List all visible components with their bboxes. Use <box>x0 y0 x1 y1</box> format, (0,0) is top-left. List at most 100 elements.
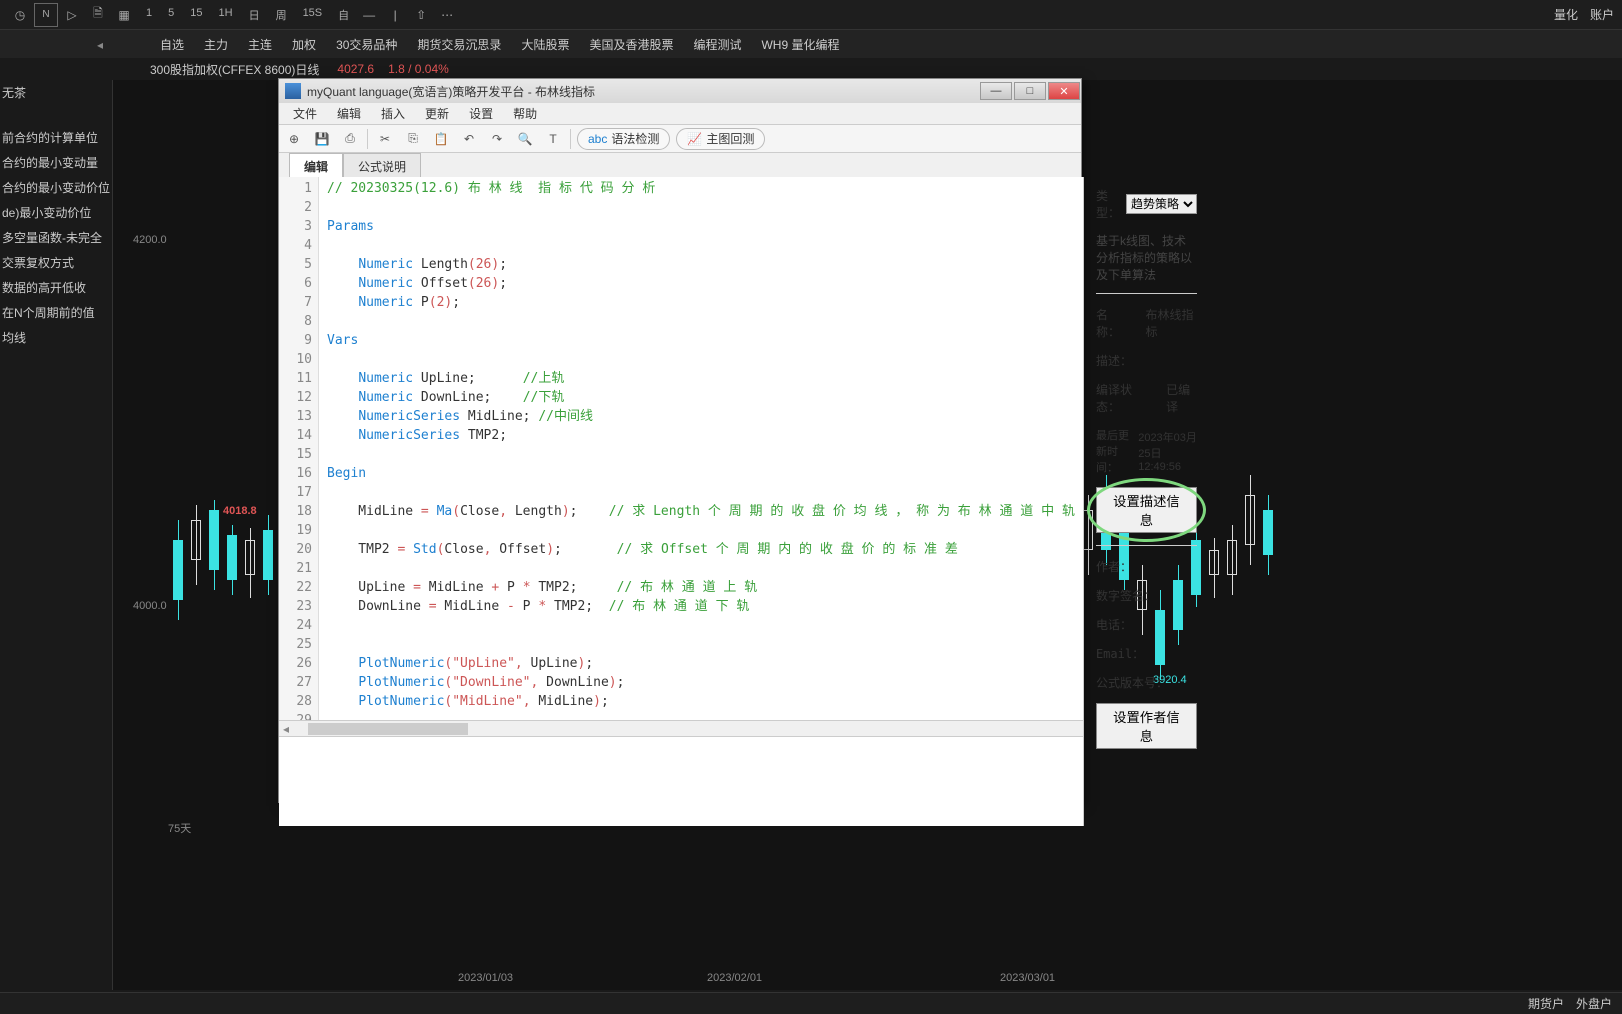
tab-item[interactable]: 美国及香港股票 <box>579 32 683 57</box>
top-link[interactable]: 量化 <box>1554 6 1578 23</box>
timeframe-5[interactable]: 5 <box>160 7 182 23</box>
print-icon[interactable]: ⎙ <box>339 128 361 150</box>
name-value: 布林线指标 <box>1146 306 1197 340</box>
last-price: 4027.6 <box>337 62 374 76</box>
x-axis-label: 2023/03/01 <box>1000 972 1055 984</box>
editor-toolbar: ⊕ 💾 ⎙ ✂ ⎘ 📋 ↶ ↷ 🔍 T abcabc 语法检测语法检测 📈主图回… <box>279 125 1081 153</box>
minus-icon[interactable]: — <box>357 3 381 27</box>
vline-icon[interactable]: | <box>383 3 407 27</box>
output-pane[interactable] <box>279 736 1083 826</box>
menu-设置[interactable]: 设置 <box>459 103 503 124</box>
timeframe-1H[interactable]: 1H <box>211 7 241 23</box>
type-label: 类型： <box>1096 187 1120 221</box>
play-icon[interactable]: ▷ <box>60 3 84 27</box>
timeframe-15S[interactable]: 15S <box>295 7 331 23</box>
set-author-button[interactable]: 设置作者信息 <box>1096 703 1197 749</box>
timeframe-自[interactable]: 自 <box>330 7 357 23</box>
watchlist-item[interactable]: 合约的最小变动量 <box>0 150 110 175</box>
x-axis-label: 2023/02/01 <box>707 972 762 984</box>
tab-item[interactable]: 编程测试 <box>683 32 751 57</box>
up-icon[interactable]: ⇧ <box>409 3 433 27</box>
watchlist-item[interactable]: 交票复权方式 <box>0 250 110 275</box>
code-editor[interactable]: 1234567891011121314151617181920212223242… <box>279 177 1083 720</box>
app-icon <box>285 83 301 99</box>
maximize-button[interactable]: □ <box>1014 82 1046 100</box>
tab-item[interactable]: 自选 <box>150 32 194 57</box>
symbol-name: 300股指加权(CFFEX 8600)日线 <box>150 61 319 78</box>
status-item[interactable]: 外盘户 <box>1576 995 1612 1012</box>
save-icon[interactable]: 💾 <box>311 128 333 150</box>
compile-value: 已编译 <box>1166 381 1197 415</box>
email-label: Email： <box>1096 645 1144 662</box>
grid-icon[interactable]: ▦ <box>112 3 136 27</box>
syntax-check-button[interactable]: abcabc 语法检测语法检测 <box>577 128 670 150</box>
y-axis-label: 4200.0 <box>133 234 167 246</box>
tab-item[interactable]: 大陆股票 <box>511 32 579 57</box>
desc-label: 描述： <box>1096 352 1132 369</box>
doc-icon[interactable]: 🗎 <box>86 3 110 27</box>
close-button[interactable]: ✕ <box>1048 82 1080 100</box>
top-toolbar: ◷ N ▷ 🗎 ▦ 15151H日周15S自 — | ⇧ ⋯ 量化账户 <box>0 0 1622 30</box>
tab-item[interactable]: 加权 <box>282 32 326 57</box>
timeframe-日[interactable]: 日 <box>241 7 268 23</box>
change-pct: 1.8 / 0.04% <box>388 62 449 76</box>
watchlist-item[interactable]: 在N个周期前的值 <box>0 300 110 325</box>
tab-bar: 自选主力主连加权30交易品种期货交易沉思录大陆股票美国及香港股票编程测试WH9 … <box>0 30 1622 58</box>
watchlist-item[interactable]: 合约的最小变动价位 <box>0 175 110 200</box>
status-item[interactable]: 期货户 <box>1528 995 1564 1012</box>
name-label: 名称： <box>1096 306 1127 340</box>
tab-item[interactable]: 主连 <box>238 32 282 57</box>
minimize-button[interactable]: — <box>980 82 1012 100</box>
left-sidebar: 无茶前合约的计算单位合约的最小变动量合约的最小变动价位de)最小变动价位多空量函… <box>0 80 110 350</box>
timeframe-15[interactable]: 15 <box>182 7 210 23</box>
price-label: 4018.8 <box>223 505 257 517</box>
menu-帮助[interactable]: 帮助 <box>503 103 547 124</box>
type-select[interactable]: 趋势策略 <box>1126 194 1197 214</box>
watchlist-item[interactable]: 多空量函数-未完全 <box>0 225 110 250</box>
editor-window: myQuant language(宽语言)策略开发平台 - 布林线指标 — □ … <box>278 78 1082 803</box>
tab-item[interactable]: 30交易品种 <box>326 32 407 57</box>
timeframe-1[interactable]: 1 <box>138 7 160 23</box>
set-desc-button[interactable]: 设置描述信息 <box>1096 487 1197 533</box>
undo-icon[interactable]: ↶ <box>458 128 480 150</box>
n-icon[interactable]: N <box>34 3 58 27</box>
code-pane: 1234567891011121314151617181920212223242… <box>279 177 1083 826</box>
ticker-line: 300股指加权(CFFEX 8600)日线 4027.6 1.8 / 0.04% <box>0 58 1622 80</box>
menu-插入[interactable]: 插入 <box>371 103 415 124</box>
titlebar[interactable]: myQuant language(宽语言)策略开发平台 - 布林线指标 — □ … <box>279 79 1081 103</box>
top-link[interactable]: 账户 <box>1590 6 1614 23</box>
x-axis-label: 2023/01/03 <box>458 972 513 984</box>
watchlist-item[interactable]: 无茶 <box>0 80 110 105</box>
watchlist-item[interactable]: 数据的高开低收 <box>0 275 110 300</box>
menu-编辑[interactable]: 编辑 <box>327 103 371 124</box>
tab-edit[interactable]: 编辑 <box>289 153 343 177</box>
tab-formula-desc[interactable]: 公式说明 <box>343 153 421 177</box>
tab-item[interactable]: 期货交易沉思录 <box>407 32 511 57</box>
text-icon[interactable]: T <box>542 128 564 150</box>
h-scrollbar[interactable]: ◂ <box>279 720 1083 736</box>
y-axis-label: 4000.0 <box>133 600 167 612</box>
tab-item[interactable]: WH9 量化编程 <box>751 32 849 57</box>
timeframe-周[interactable]: 周 <box>268 7 295 23</box>
copy-icon[interactable]: ⎘ <box>402 128 424 150</box>
new-icon[interactable]: ⊕ <box>283 128 305 150</box>
author-label: 作者： <box>1096 558 1132 575</box>
menubar: 文件编辑插入更新设置帮助 <box>279 103 1081 125</box>
main-backtest-button[interactable]: 📈主图回测 <box>676 128 765 150</box>
redo-icon[interactable]: ↷ <box>486 128 508 150</box>
tab-item[interactable]: 主力 <box>194 32 238 57</box>
watchlist-item[interactable]: 均线 <box>0 325 110 350</box>
search-icon[interactable]: 🔍 <box>514 128 536 150</box>
watchlist-item[interactable]: de)最小变动价位 <box>0 200 110 225</box>
more-icon[interactable]: ⋯ <box>435 3 459 27</box>
version-label: 公式版本号： <box>1096 674 1168 691</box>
collapse-marker[interactable]: ◂ <box>97 38 103 52</box>
paste-icon[interactable]: 📋 <box>430 128 452 150</box>
duration-label: 75天 <box>168 820 191 836</box>
update-value: 2023年03月25日12:49:56 <box>1138 429 1197 473</box>
menu-文件[interactable]: 文件 <box>283 103 327 124</box>
clock-icon[interactable]: ◷ <box>8 3 32 27</box>
cut-icon[interactable]: ✂ <box>374 128 396 150</box>
menu-更新[interactable]: 更新 <box>415 103 459 124</box>
watchlist-item[interactable]: 前合约的计算单位 <box>0 125 110 150</box>
